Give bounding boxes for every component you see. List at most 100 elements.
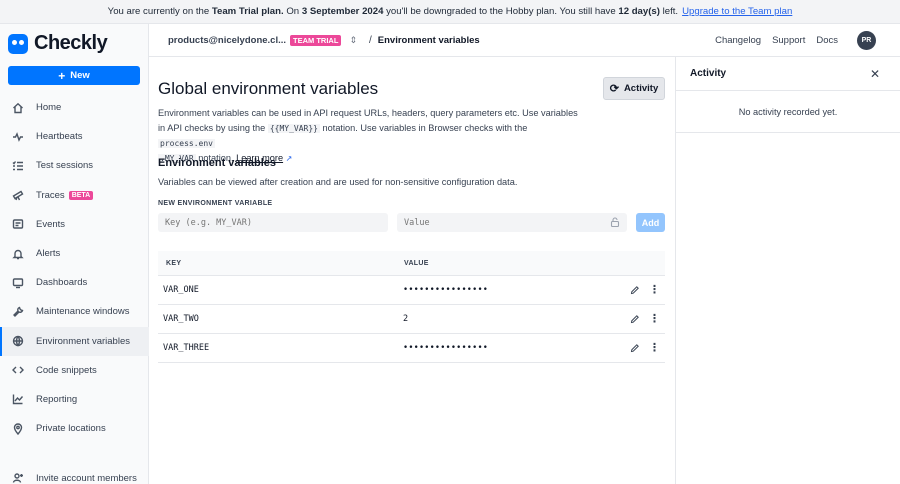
value-input[interactable] (397, 213, 627, 232)
sidebar-item-label: Environment variables (36, 335, 130, 347)
desc-text-2: notation. Use variables in Browser check… (322, 123, 528, 133)
sidebar-nav: Home Heartbeats Test sessions Traces BET… (0, 93, 149, 443)
row-value: •••••••••••••••• (403, 285, 489, 295)
table-row: VAR_THREE •••••••••••••••• ⋮ (158, 334, 665, 363)
activity-panel-header: Activity ✕ (676, 57, 900, 91)
sidebar-item-label: Dashboards (36, 277, 88, 289)
banner-plan: Team Trial plan. (211, 6, 284, 17)
list-check-icon (12, 160, 24, 172)
sidebar-item-label: Test sessions (36, 160, 94, 172)
history-icon: ⟳ (609, 83, 619, 95)
edit-icon[interactable] (630, 343, 640, 353)
section-title: Environment variables (158, 157, 276, 169)
page-title: Global environment variables (158, 79, 379, 98)
support-link[interactable]: Support (772, 35, 805, 46)
activity-button-label: Activity (623, 83, 659, 94)
sidebar-item-home[interactable]: Home (0, 93, 149, 122)
lock-icon[interactable] (609, 216, 621, 228)
bell-icon (12, 248, 24, 260)
activity-panel-title: Activity (690, 68, 727, 79)
brand-name: Checkly (34, 32, 108, 54)
checkly-logo-icon (8, 33, 28, 54)
banner-text-1: You are currently on the (107, 6, 210, 17)
invite-members-link[interactable]: Invite account members (12, 472, 137, 484)
sidebar-item-events[interactable]: Events (0, 210, 149, 239)
sidebar-item-label: Code snippets (36, 364, 97, 376)
plus-icon: + (58, 68, 66, 83)
breadcrumb-separator: / (368, 34, 372, 46)
row-key: VAR_ONE (163, 285, 199, 295)
more-icon[interactable]: ⋮ (649, 314, 660, 325)
sidebar-item-dashboards[interactable]: Dashboards (0, 268, 149, 297)
banner-text-2: On (286, 6, 300, 17)
account-name[interactable]: products@nicelydone.cl... (168, 35, 286, 46)
sidebar-item-label: Heartbeats (36, 131, 83, 143)
external-link-icon: ↗ (285, 154, 293, 163)
topbar: products@nicelydone.cl... TEAM TRIAL ⇕ /… (149, 24, 900, 57)
pulse-icon (12, 131, 24, 143)
avatar[interactable]: PR (857, 30, 876, 50)
close-icon[interactable]: ✕ (870, 67, 880, 81)
code-icon (12, 364, 24, 376)
sidebar-item-label: Home (36, 102, 62, 114)
home-icon (12, 102, 24, 114)
activity-empty-state: No activity recorded yet. (676, 91, 900, 133)
table-row: VAR_ONE •••••••••••••••• ⋮ (158, 276, 665, 305)
sidebar-item-traces[interactable]: Traces BETA (0, 181, 149, 210)
header-key: KEY (166, 259, 182, 267)
top-links: Changelog Support Docs PR (704, 30, 876, 50)
add-button[interactable]: Add (636, 213, 665, 232)
edit-icon[interactable] (630, 314, 640, 324)
globe-icon (12, 335, 24, 347)
upgrade-link[interactable]: Upgrade to the Team plan (682, 6, 792, 17)
sidebar-item-environment-variables[interactable]: Environment variables (0, 326, 149, 356)
new-button[interactable]: + New (8, 66, 140, 85)
edit-icon[interactable] (630, 285, 640, 295)
key-input[interactable] (158, 213, 388, 232)
telescope-icon (12, 189, 24, 201)
breadcrumb-current: Environment variables (377, 34, 480, 46)
user-plus-icon (12, 472, 24, 484)
sidebar-item-maintenance-windows[interactable]: Maintenance windows (0, 297, 149, 326)
trial-badge: TEAM TRIAL (290, 34, 342, 46)
banner-text-3: you'll be downgraded to the Hobby plan. … (386, 6, 616, 17)
sidebar-item-heartbeats[interactable]: Heartbeats (0, 122, 149, 151)
events-icon (12, 218, 24, 230)
sidebar-item-code-snippets[interactable]: Code snippets (0, 356, 149, 385)
location-pin-icon (12, 422, 24, 435)
new-variable-label: NEW ENVIRONMENT VARIABLE (158, 200, 273, 207)
banner-date: 3 September 2024 (301, 6, 384, 17)
docs-link[interactable]: Docs (816, 35, 838, 46)
sidebar-item-test-sessions[interactable]: Test sessions (0, 151, 149, 180)
table-header: KEY VALUE (158, 251, 665, 275)
code-my-var: {{MY_VAR}} (267, 124, 320, 133)
changelog-link[interactable]: Changelog (715, 35, 761, 46)
banner-text-4: left. (662, 6, 679, 17)
sidebar-item-label: Reporting (36, 393, 78, 405)
more-icon[interactable]: ⋮ (649, 285, 660, 296)
beta-badge: BETA (68, 190, 94, 200)
row-value: •••••••••••••••• (403, 343, 489, 353)
section-subtitle: Variables can be viewed after creation a… (158, 177, 518, 187)
code-process-env: process.env (158, 139, 215, 148)
activity-panel: Activity ✕ No activity recorded yet. (675, 57, 900, 484)
sidebar-item-label: Traces (36, 189, 65, 201)
main-content: Global environment variables ⟳ Activity … (149, 57, 675, 484)
activity-button[interactable]: ⟳ Activity (603, 77, 665, 100)
table-row: VAR_TWO 2 ⋮ (158, 305, 665, 334)
logo[interactable]: Checkly (8, 32, 108, 55)
row-key: VAR_THREE (163, 343, 210, 353)
row-value: 2 (403, 314, 409, 324)
account-switch-icon[interactable]: ⇕ (349, 35, 357, 46)
banner-days: 12 day(s) (618, 6, 660, 17)
more-icon[interactable]: ⋮ (649, 343, 660, 354)
row-key: VAR_TWO (163, 314, 199, 324)
sidebar-item-private-locations[interactable]: Private locations (0, 414, 149, 443)
sidebar-item-alerts[interactable]: Alerts (0, 239, 149, 268)
wrench-icon (12, 306, 24, 318)
sidebar-item-reporting[interactable]: Reporting (0, 385, 149, 414)
monitor-icon (12, 277, 24, 289)
chart-line-icon (12, 393, 24, 405)
sidebar-item-label: Maintenance windows (36, 306, 130, 318)
sidebar-item-label: Alerts (36, 248, 61, 260)
